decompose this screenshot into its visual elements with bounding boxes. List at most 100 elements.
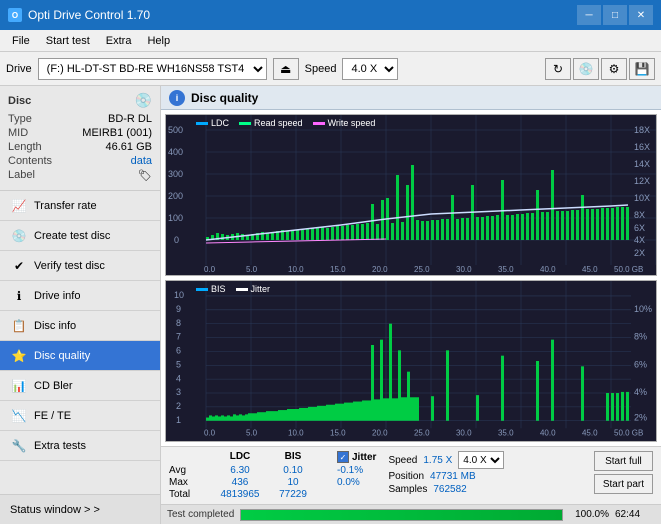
ldc-chart-svg: 500 400 300 200 100 0 18X 16X 14X 12X 10… — [166, 115, 656, 275]
svg-text:6: 6 — [176, 345, 181, 355]
svg-text:0.0: 0.0 — [204, 265, 216, 274]
avg-jitter: -0.1% — [337, 465, 363, 476]
drive-select[interactable]: (F:) HL-DT-ST BD-RE WH16NS58 TST4 — [38, 58, 267, 80]
svg-text:500: 500 — [168, 125, 183, 135]
nav-verify-test-disc[interactable]: ✔ Verify test disc — [0, 251, 160, 281]
progress-percent: 100.0% — [569, 509, 609, 520]
status-window-button[interactable]: Status window > > — [0, 494, 160, 524]
max-bis: 10 — [269, 477, 317, 488]
disc-type-value: BD-R DL — [108, 113, 152, 125]
disc-panel-icon: 💿 — [135, 92, 152, 109]
svg-text:200: 200 — [168, 191, 183, 201]
bis-legend-label: BIS — [211, 284, 226, 294]
disc-type-label: Type — [8, 113, 32, 125]
app-icon: O — [8, 8, 22, 22]
jitter-checkbox[interactable]: ✓ — [337, 451, 349, 463]
ldc-chart: LDC Read speed Write speed — [165, 114, 657, 276]
nav-drive-info[interactable]: ℹ Drive info — [0, 281, 160, 311]
disc-quality-header-icon: i — [169, 90, 185, 106]
jitter-legend-label: Jitter — [251, 284, 271, 294]
nav-transfer-rate[interactable]: 📈 Transfer rate — [0, 191, 160, 221]
nav-create-test-disc[interactable]: 💿 Create test disc — [0, 221, 160, 251]
svg-text:16X: 16X — [634, 142, 650, 152]
position-value: 47731 MB — [430, 471, 476, 482]
status-window-label: Status window > > — [10, 504, 100, 516]
maximize-button[interactable]: □ — [603, 5, 627, 25]
jitter-legend-dot — [236, 288, 248, 291]
svg-text:10: 10 — [174, 290, 184, 300]
nav-cd-bler[interactable]: 📊 CD Bler — [0, 371, 160, 401]
nav-disc-info-label: Disc info — [34, 320, 76, 332]
disc-icon-btn[interactable]: 💿 — [573, 58, 599, 80]
svg-text:8%: 8% — [634, 331, 647, 341]
svg-text:4X: 4X — [634, 235, 645, 245]
total-bis: 77229 — [269, 489, 317, 500]
transfer-rate-icon: 📈 — [10, 197, 28, 215]
write-speed-legend-dot — [313, 122, 325, 125]
nav-extra-tests-label: Extra tests — [34, 440, 86, 452]
bis-col-header: BIS — [269, 451, 317, 463]
read-speed-legend-item: Read speed — [239, 118, 303, 128]
window-controls[interactable]: ─ □ ✕ — [577, 5, 653, 25]
status-text: Test completed — [167, 509, 234, 520]
disc-quality-header: i Disc quality — [161, 86, 661, 110]
nav-create-test-disc-label: Create test disc — [34, 230, 110, 242]
total-label: Total — [169, 489, 211, 500]
svg-text:2%: 2% — [634, 412, 647, 422]
disc-label-label: Label — [8, 169, 35, 182]
svg-text:0: 0 — [174, 235, 179, 245]
drivebar: Drive (F:) HL-DT-ST BD-RE WH16NS58 TST4 … — [0, 52, 661, 86]
svg-text:20.0: 20.0 — [372, 265, 388, 274]
menu-start-test[interactable]: Start test — [38, 33, 98, 49]
nav-extra-tests[interactable]: 🔧 Extra tests — [0, 431, 160, 461]
svg-text:30.0: 30.0 — [456, 428, 472, 437]
svg-text:6%: 6% — [634, 359, 647, 369]
content-area: i Disc quality LDC Read speed — [161, 86, 661, 524]
nav-verify-test-disc-label: Verify test disc — [34, 260, 105, 272]
start-full-button[interactable]: Start full — [594, 451, 653, 471]
svg-text:15.0: 15.0 — [330, 265, 346, 274]
refresh-button[interactable]: ↻ — [545, 58, 571, 80]
progress-bar-container: Test completed 100.0% 62:44 — [161, 504, 661, 524]
create-test-disc-icon: 💿 — [10, 227, 28, 245]
nav-fe-te[interactable]: 📉 FE / TE — [0, 401, 160, 431]
svg-text:18X: 18X — [634, 125, 650, 135]
bis-chart: BIS Jitter — [165, 280, 657, 442]
jitter-col-header: Jitter — [352, 452, 376, 463]
nav-fe-te-label: FE / TE — [34, 410, 71, 422]
disc-quality-title: Disc quality — [191, 91, 258, 105]
svg-text:0.0: 0.0 — [204, 428, 216, 437]
position-label: Position — [388, 471, 424, 482]
verify-test-disc-icon: ✔ — [10, 257, 28, 275]
speed-stat-select[interactable]: 4.0 X — [458, 451, 504, 469]
svg-text:20.0: 20.0 — [372, 428, 388, 437]
cd-bler-icon: 📊 — [10, 377, 28, 395]
svg-text:50.0 GB: 50.0 GB — [614, 265, 643, 274]
bis-legend-dot — [196, 288, 208, 291]
minimize-button[interactable]: ─ — [577, 5, 601, 25]
start-buttons: Start full Start part — [594, 451, 653, 494]
menu-extra[interactable]: Extra — [98, 33, 140, 49]
titlebar: O Opti Drive Control 1.70 ─ □ ✕ — [0, 0, 661, 30]
svg-text:5.0: 5.0 — [246, 265, 258, 274]
svg-text:40.0: 40.0 — [540, 265, 556, 274]
save-button[interactable]: 💾 — [629, 58, 655, 80]
progress-time: 62:44 — [615, 509, 655, 520]
nav-disc-info[interactable]: 📋 Disc info — [0, 311, 160, 341]
disc-mid-label: MID — [8, 127, 28, 139]
drive-label: Drive — [6, 63, 32, 75]
eject-button[interactable]: ⏏ — [273, 58, 299, 80]
nav-disc-quality[interactable]: ⭐ Disc quality — [0, 341, 160, 371]
svg-text:30.0: 30.0 — [456, 265, 472, 274]
menu-help[interactable]: Help — [139, 33, 178, 49]
nav-disc-quality-label: Disc quality — [34, 350, 90, 362]
start-part-button[interactable]: Start part — [594, 474, 653, 494]
svg-text:40.0: 40.0 — [540, 428, 556, 437]
svg-text:2: 2 — [176, 401, 181, 411]
disc-panel-title: Disc — [8, 95, 31, 107]
menu-file[interactable]: File — [4, 33, 38, 49]
close-button[interactable]: ✕ — [629, 5, 653, 25]
speed-select[interactable]: 4.0 X — [342, 58, 398, 80]
settings-button[interactable]: ⚙ — [601, 58, 627, 80]
svg-text:10.0: 10.0 — [288, 265, 304, 274]
